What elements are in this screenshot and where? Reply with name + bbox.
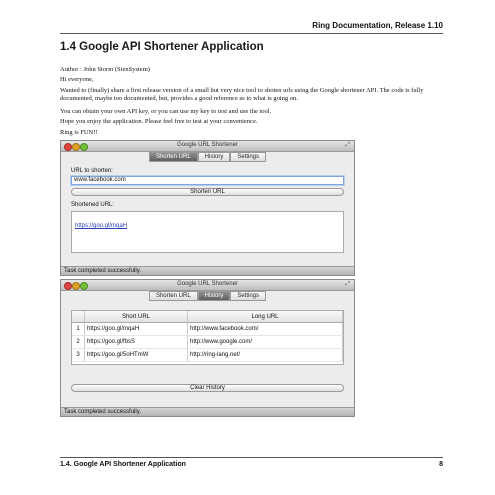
fun-line: Ring is FUN!!	[60, 129, 98, 136]
resize-icon: ⤢	[345, 281, 350, 287]
history-window-screenshot: Google URL Shortener ⤢ Shorten URL Histo…	[60, 279, 355, 417]
short-url-cell: https://goo.gl/mqaH	[84, 322, 188, 336]
footer-rule	[60, 457, 443, 458]
long-url-cell: http://www.facebook.com/	[187, 322, 343, 336]
short-url-cell: https://goo.gl/5oHTmW	[84, 348, 188, 362]
page-number: 8	[439, 461, 443, 468]
long-url-column-header: Long URL	[187, 311, 343, 323]
row-index: 3	[72, 348, 85, 362]
row-index: 2	[72, 335, 85, 349]
tab-history: History	[197, 152, 231, 162]
status-bar: Task completed successfully.	[61, 266, 354, 275]
enjoy-paragraph: Hope you enjoy the application. Please f…	[60, 118, 258, 125]
greeting: Hi everyone,	[60, 76, 94, 83]
shortened-label: Shortened URL:	[71, 202, 115, 208]
short-url-column-header: Short URL	[84, 311, 188, 323]
api-key-paragraph: You can obtain your own API key, or you …	[60, 108, 272, 115]
table-row: 3 https://goo.gl/5oHTmW http://ring-lang…	[72, 348, 343, 362]
url-label: URL to shorten:	[71, 168, 113, 174]
section-title: 1.4 Google API Shortener Application	[60, 41, 264, 53]
tab-shorten-url: Shorten URL	[148, 291, 198, 301]
index-column-header	[72, 311, 85, 323]
table-row: 2 https://goo.gl/fbsS http://www.google.…	[72, 335, 343, 349]
tab-settings: Settings	[230, 152, 267, 162]
footer-section-title: 1.4. Google API Shortener Application	[60, 461, 186, 468]
row-index: 1	[72, 322, 85, 336]
header-doc-title: Ring Documentation, Release 1.10	[312, 21, 443, 30]
table-header-row: Short URL Long URL	[72, 311, 343, 323]
long-url-cell: http://ring-lang.net/	[187, 348, 343, 362]
tab-shorten-url: Shorten URL	[148, 152, 198, 162]
tab-settings: Settings	[230, 291, 267, 301]
status-bar: Task completed successfully.	[61, 407, 354, 416]
shorten-button: Shorten URL	[71, 188, 344, 196]
intro-paragraph: Wanted to (finally) share a first releas…	[60, 87, 424, 102]
window-title: Google URL Shortener	[177, 142, 238, 148]
header-rule	[60, 33, 443, 34]
author-line: Author : John Storm (SienSystem)	[60, 66, 150, 73]
tab-history: History	[197, 291, 231, 301]
history-table: Short URL Long URL 1 https://goo.gl/mqaH…	[71, 310, 344, 365]
short-url-cell: https://goo.gl/fbsS	[84, 335, 188, 349]
tab-bar: Shorten URL History Settings	[61, 290, 354, 301]
long-url-cell: http://www.google.com/	[187, 335, 343, 349]
shortened-output: https://goo.gl/mqaH	[71, 211, 344, 253]
shortener-window-screenshot: Google URL Shortener ⤢ Shorten URL Histo…	[60, 140, 355, 276]
url-input: www.facebook.com	[71, 176, 344, 185]
table-row: 1 https://goo.gl/mqaH http://www.faceboo…	[72, 322, 343, 336]
tab-bar: Shorten URL History Settings	[61, 151, 354, 162]
resize-icon: ⤢	[345, 142, 350, 148]
window-title: Google URL Shortener	[177, 281, 238, 287]
clear-history-button: Clear History	[71, 384, 344, 392]
shortened-link: https://goo.gl/mqaH	[75, 223, 128, 229]
